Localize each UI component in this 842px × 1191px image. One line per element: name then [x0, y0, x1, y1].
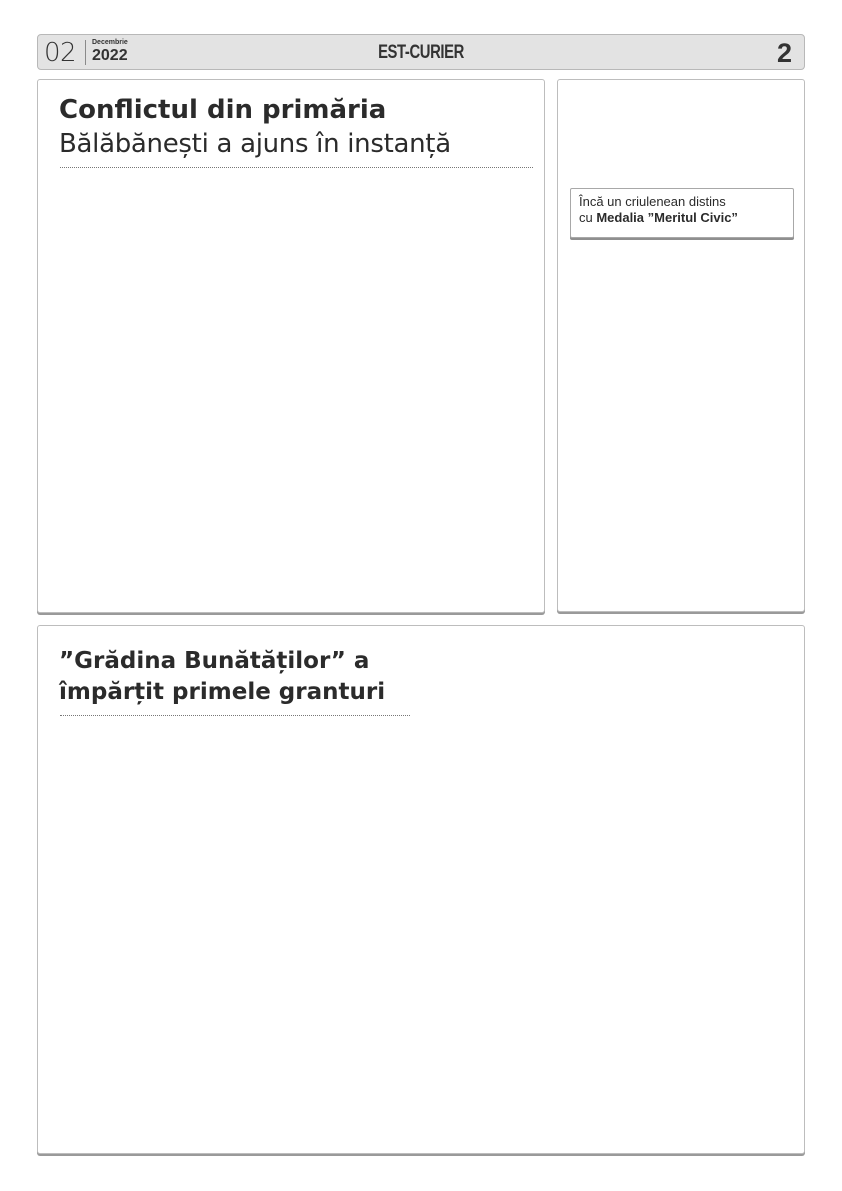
news-callout[interactable]: Încă un criulenean distins cu Medalia ”M…	[570, 188, 794, 238]
title-underline	[60, 167, 533, 168]
callout-line-2: cu Medalia ”Meritul Civic”	[579, 210, 793, 226]
main-article-title: Conflictul din primăria	[59, 95, 387, 125]
callout-prefix: cu	[579, 210, 597, 225]
page-number: 2	[776, 38, 792, 68]
header-divider	[85, 40, 86, 65]
main-article-box: Conflictul din primăria Bălăbănești a aj…	[37, 79, 545, 613]
title-underline	[60, 715, 410, 716]
main-article-subtitle: Bălăbănești a ajuns în instanță	[59, 129, 451, 159]
bottom-article-title-line-1: ”Grădina Bunătăților” a	[59, 648, 370, 674]
side-column-box: Încă un criulenean distins cu Medalia ”M…	[557, 79, 805, 612]
bottom-article-title-line-2: împărțit primele granturi	[59, 679, 386, 705]
callout-line-1: Încă un criulenean distins	[579, 194, 726, 209]
page-header: 02 Decembrie 2022 EST-CURIER 2	[37, 34, 805, 70]
publication-title: EST-CURIER	[378, 42, 464, 63]
issue-day: 02	[44, 38, 77, 68]
bottom-article-box: ”Grădina Bunătăților” a împărțit primele…	[37, 625, 805, 1154]
callout-medal-name: Medalia ”Meritul Civic”	[596, 210, 738, 225]
